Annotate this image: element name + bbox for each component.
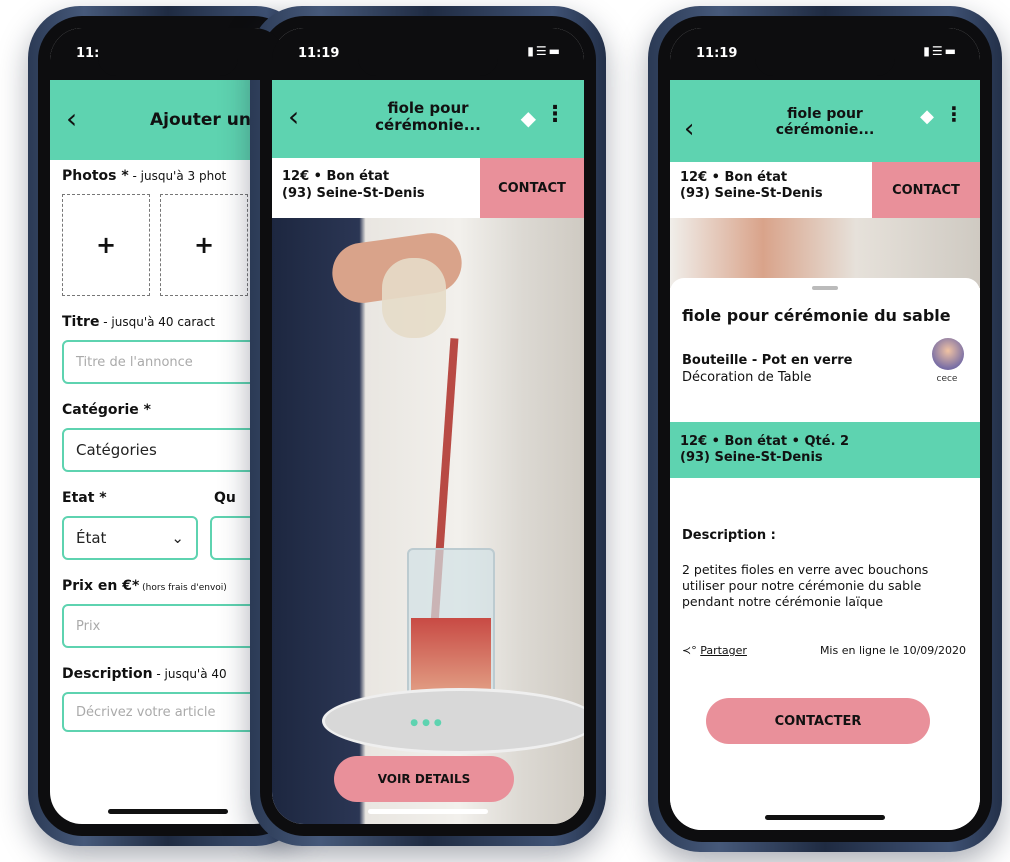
diamond-icon[interactable]: ◆ [521,106,536,130]
phone-product-details: 11:19 ▮☰▬ ‹ fiole pour cérémonie... ◆ ⋮ 1… [648,6,1002,852]
sheet-handle[interactable] [812,286,838,290]
product-details-screen: 11:19 ▮☰▬ ‹ fiole pour cérémonie... ◆ ⋮ 1… [670,28,980,830]
product-photo-screen: 11:19 ▮☰▬ ‹ fiole pour cérémonie... ◆ ⋮ 1… [272,28,584,824]
price-info-bar: 12€ • Bon état (93) Seine-St-Denis CONTAC… [670,162,980,218]
product-title: fiole pour cérémonie... [375,99,481,134]
app-header: ‹ fiole pour cérémonie... ◆ ⋮ [272,80,584,158]
contacter-button[interactable]: CONTACTER [706,698,930,744]
description-heading: Description : [682,528,776,543]
notch [755,46,895,76]
seller-name[interactable]: cece [930,374,964,384]
contact-button[interactable]: CONTACT [872,162,980,218]
etat-value: État [76,529,107,547]
category-select[interactable]: Catégories [62,428,282,472]
title-input[interactable]: Titre de l'annonce [62,340,282,384]
signal-wifi-battery-icon: ▮☰▬ [923,44,958,58]
chevron-down-icon: ⌄ [171,529,184,547]
details-sheet: fiole pour cérémonie du sable Bouteille … [670,278,980,830]
product-photo[interactable]: ●●● VOIR DETAILS [272,218,584,824]
signal-wifi-battery-icon: ▮☰▬ [527,44,562,58]
quantite-label: Qu [214,490,236,506]
back-arrow-icon[interactable]: ‹ [66,102,77,135]
diamond-icon[interactable]: ◆ [920,106,934,127]
home-indicator[interactable] [765,815,885,820]
carousel-dots-icon[interactable]: ●●● [272,718,584,728]
price-quantity-info: 12€ • Bon état • Qté. 2 (93) Seine-St-Den… [680,434,850,465]
plus-icon: + [193,231,215,259]
more-vertical-icon[interactable]: ⋮ [944,102,964,126]
share-link[interactable]: ≺° Partager [682,644,747,657]
notch [358,46,498,76]
more-vertical-icon[interactable]: ⋮ [544,102,566,127]
contact-button[interactable]: CONTACT [480,158,584,218]
price-quantity-band: 12€ • Bon état • Qté. 2 (93) Seine-St-Den… [670,422,980,478]
description-text: 2 petites fioles en verre avec bouchons … [682,562,929,609]
price-info: 12€ • Bon état (93) Seine-St-Denis [680,170,823,201]
etat-select[interactable]: État ⌄ [62,516,198,560]
app-header: ‹ fiole pour cérémonie... ◆ ⋮ [670,80,980,162]
voir-details-button[interactable]: VOIR DETAILS [334,756,514,802]
plus-icon: + [95,231,117,259]
notch [98,46,238,76]
price-input[interactable]: Prix [62,604,282,648]
photo-bottle [382,258,446,338]
home-indicator[interactable] [368,809,488,814]
etat-label: Etat * [62,490,107,506]
phone-product-photo: 11:19 ▮☰▬ ‹ fiole pour cérémonie... ◆ ⋮ 1… [250,6,606,846]
description-input[interactable]: Décrivez votre article [62,692,282,732]
add-photo-button[interactable]: + [62,194,150,296]
add-photo-button[interactable]: + [160,194,248,296]
seller-avatar[interactable] [932,338,964,370]
price-info-bar: 12€ • Bon état (93) Seine-St-Denis CONTAC… [272,158,584,218]
status-time: 11:19 [696,46,738,61]
posted-date: Mis en ligne le 10/09/2020 [819,644,966,657]
home-indicator[interactable] [108,809,228,814]
price-info: 12€ • Bon état (93) Seine-St-Denis [282,169,425,201]
status-time: 11:19 [298,46,340,61]
share-icon: ≺° [682,644,701,657]
product-category: Bouteille - Pot en verre Décoration de Ta… [682,353,853,385]
product-heading: fiole pour cérémonie du sable [682,306,951,325]
